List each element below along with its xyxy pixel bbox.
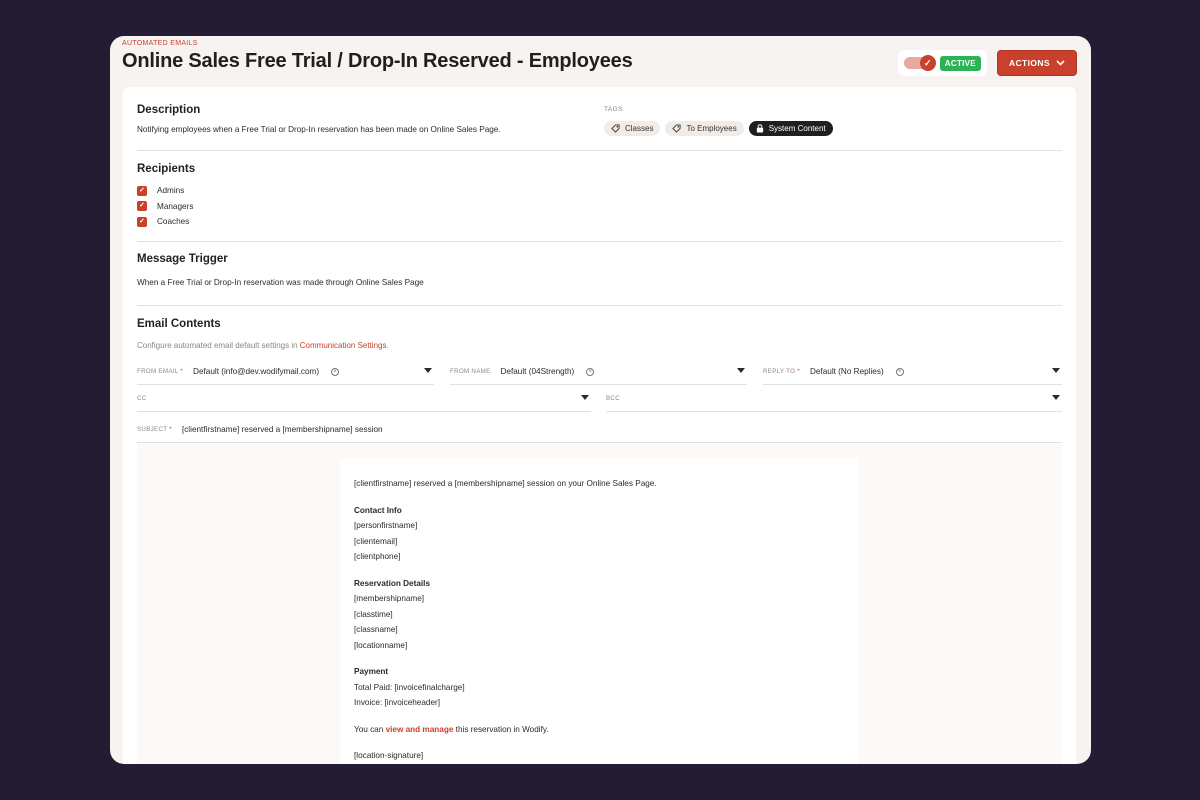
recipient-admins[interactable]: ✓ Admins: [137, 183, 1062, 199]
reservation-heading: Reservation Details: [354, 578, 430, 588]
checkbox-checked-icon[interactable]: ✓: [137, 201, 147, 212]
description-text: Notifying employees when a Free Trial or…: [137, 125, 501, 134]
from-email-select[interactable]: FROM EMAIL * Default (info@dev.wodifymai…: [137, 359, 434, 385]
tag-icon: [611, 124, 620, 133]
status-toggle-group: ✓ ACTIVE: [897, 50, 987, 76]
clear-icon[interactable]: ×: [331, 367, 340, 376]
reply-to-select[interactable]: REPLY TO * Default (No Replies) ×: [763, 359, 1062, 385]
chevron-down-icon[interactable]: [737, 368, 745, 373]
payment-heading: Payment: [354, 667, 389, 676]
email-contents-section: Email Contents Configure automated email…: [137, 318, 1062, 350]
reply-to-value: Default (No Replies): [809, 367, 884, 376]
recipients-title: Recipients: [137, 163, 196, 175]
cc-label: CC: [137, 395, 147, 402]
payment-line: Total Paid: [invoicefinalcharge]: [354, 682, 465, 692]
email-body[interactable]: [clientfirstname] reserved a [membership…: [340, 458, 858, 764]
reservation-line: [locationname]: [354, 640, 408, 650]
recipient-label: Managers: [157, 201, 194, 211]
actions-button[interactable]: ACTIONS: [996, 50, 1077, 76]
page-header: AUTOMATED EMAILS Online Sales Free Trial…: [122, 36, 1077, 86]
breadcrumb[interactable]: AUTOMATED EMAILS: [122, 40, 198, 47]
hint-text: Configure automated email default settin…: [137, 341, 300, 350]
tag-label: System Content: [768, 124, 826, 133]
active-toggle[interactable]: ✓: [903, 55, 936, 71]
cc-select[interactable]: CC: [137, 386, 591, 412]
header-controls: ✓ ACTIVE ACTIONS: [897, 50, 1077, 76]
tag-label: To Employees: [686, 124, 737, 133]
email-intro: [clientfirstname] reserved a [membership…: [354, 479, 657, 488]
recipients-section: Recipients ✓ Admins ✓ Managers ✓ Coaches: [137, 163, 1062, 230]
payment-line: Invoice: [invoiceheader]: [354, 698, 441, 707]
tag-to-employees[interactable]: To Employees: [665, 121, 744, 136]
reservation-line: [classname]: [354, 625, 398, 634]
tags-group: TAGS Classes To Employees System Content: [604, 106, 833, 136]
lock-icon: [756, 124, 763, 133]
actions-label: ACTIONS: [1008, 58, 1050, 68]
tags-row: Classes To Employees System Content: [604, 121, 833, 136]
contact-line: [clientphone]: [354, 552, 401, 561]
hint-end: .: [386, 341, 389, 350]
from-email-value: Default (info@dev.wodifymail.com): [193, 367, 320, 376]
recipient-label: Admins: [157, 186, 185, 196]
recipient-label: Coaches: [157, 217, 190, 227]
trigger-text: When a Free Trial or Drop-In reservation…: [137, 278, 424, 287]
reservation-line: [membershipname]: [354, 594, 425, 603]
email-contents-title: Email Contents: [137, 318, 221, 330]
manage-line: You can view and manage this reservation…: [354, 724, 549, 734]
communication-settings-link[interactable]: Communication Settings: [300, 341, 387, 350]
trigger-title: Message Trigger: [137, 253, 228, 265]
signature-line: [location-signature]: [354, 751, 424, 760]
status-badge: ACTIVE: [939, 55, 981, 71]
bcc-select[interactable]: BCC: [606, 386, 1062, 412]
recipients-list: ✓ Admins ✓ Managers ✓ Coaches: [137, 183, 1062, 230]
reservation-line: [classtime]: [354, 609, 393, 619]
tag-icon: [672, 124, 682, 133]
contact-heading: Contact Info: [354, 505, 402, 515]
checkbox-checked-icon[interactable]: ✓: [137, 216, 147, 227]
divider: [137, 305, 1062, 306]
subject-field[interactable]: SUBJECT * [clientfirstname] reserved a […: [137, 417, 1062, 443]
page-title: Online Sales Free Trial / Drop-In Reserv…: [122, 50, 633, 72]
bcc-label: BCC: [606, 395, 620, 402]
contact-line: [personfirstname]: [354, 521, 418, 530]
checkbox-checked-icon[interactable]: ✓: [137, 185, 147, 196]
tag-system-content[interactable]: System Content: [748, 121, 833, 136]
from-name-label: FROM NAME: [450, 368, 491, 375]
app-window: AUTOMATED EMAILS Online Sales Free Trial…: [110, 36, 1091, 764]
clear-icon[interactable]: ×: [586, 367, 595, 376]
subject-label: SUBJECT *: [137, 426, 172, 433]
divider: [137, 241, 1062, 242]
tag-label: Classes: [625, 124, 654, 133]
from-name-value: Default (04Strength): [500, 367, 575, 376]
clear-icon[interactable]: ×: [895, 367, 904, 376]
subject-value[interactable]: [clientfirstname] reserved a [membership…: [182, 425, 383, 434]
from-name-select[interactable]: FROM NAME Default (04Strength) ×: [450, 359, 747, 385]
email-settings-hint: Configure automated email default settin…: [137, 341, 1062, 350]
description-section: Description Notifying employees when a F…: [137, 104, 1062, 134]
from-email-label: FROM EMAIL *: [137, 368, 184, 375]
description-title: Description: [137, 104, 201, 116]
chevron-down-icon[interactable]: [424, 368, 432, 373]
contact-line: [clientemail]: [354, 536, 398, 546]
recipient-coaches[interactable]: ✓ Coaches: [137, 214, 1062, 230]
divider: [137, 150, 1062, 151]
recipient-managers[interactable]: ✓ Managers: [137, 199, 1062, 215]
check-icon: ✓: [919, 55, 936, 71]
reply-to-label: REPLY TO *: [763, 368, 800, 375]
chevron-down-icon: [1056, 60, 1065, 66]
trigger-section: Message Trigger When a Free Trial or Dro…: [137, 253, 1062, 287]
chevron-down-icon[interactable]: [1052, 368, 1060, 373]
email-preview: [clientfirstname] reserved a [membership…: [137, 444, 1062, 764]
tags-label: TAGS: [604, 106, 623, 113]
content-card: Description Notifying employees when a F…: [123, 87, 1076, 764]
chevron-down-icon[interactable]: [1052, 395, 1060, 400]
tag-classes[interactable]: Classes: [604, 121, 661, 136]
view-and-manage-link[interactable]: view and manage: [386, 725, 454, 734]
chevron-down-icon[interactable]: [581, 395, 589, 400]
